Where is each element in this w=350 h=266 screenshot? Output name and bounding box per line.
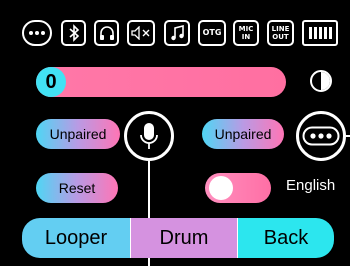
bluetooth-icon — [61, 20, 86, 46]
microphone-icon — [140, 123, 158, 149]
tab-back[interactable]: Back — [238, 218, 334, 258]
speaker-mute-icon — [127, 20, 155, 46]
dots-pill-icon — [22, 20, 52, 46]
device-button[interactable] — [296, 111, 346, 161]
line-out-icon: LINE OUT — [267, 20, 294, 46]
microphone-button[interactable] — [124, 111, 174, 161]
volume-slider-handle[interactable]: 0 — [36, 67, 66, 97]
otg-icon: OTG — [198, 20, 226, 46]
language-toggle[interactable] — [205, 173, 271, 203]
volume-value: 0 — [45, 70, 57, 93]
left-pair-button[interactable]: Unpaired — [36, 119, 120, 149]
right-pair-button[interactable]: Unpaired — [202, 119, 284, 149]
tab-drum[interactable]: Drum — [130, 218, 238, 258]
contrast-icon[interactable] — [310, 70, 332, 92]
headphones-icon — [94, 20, 119, 46]
music-note-icon — [164, 20, 190, 46]
dots-pill-icon — [302, 126, 340, 146]
tab-looper[interactable]: Looper — [22, 218, 130, 258]
toggle-thumb — [209, 176, 233, 200]
language-label: English — [286, 177, 336, 194]
connector-line — [346, 135, 350, 137]
reset-button[interactable]: Reset — [36, 173, 118, 203]
battery-icon — [302, 20, 338, 46]
mic-in-icon: MIC IN — [233, 20, 259, 46]
volume-slider[interactable]: 0 — [36, 67, 286, 97]
bottom-tab-bar: Looper Drum Back — [22, 218, 334, 258]
status-bar: OTG MIC IN LINE OUT — [0, 0, 350, 46]
